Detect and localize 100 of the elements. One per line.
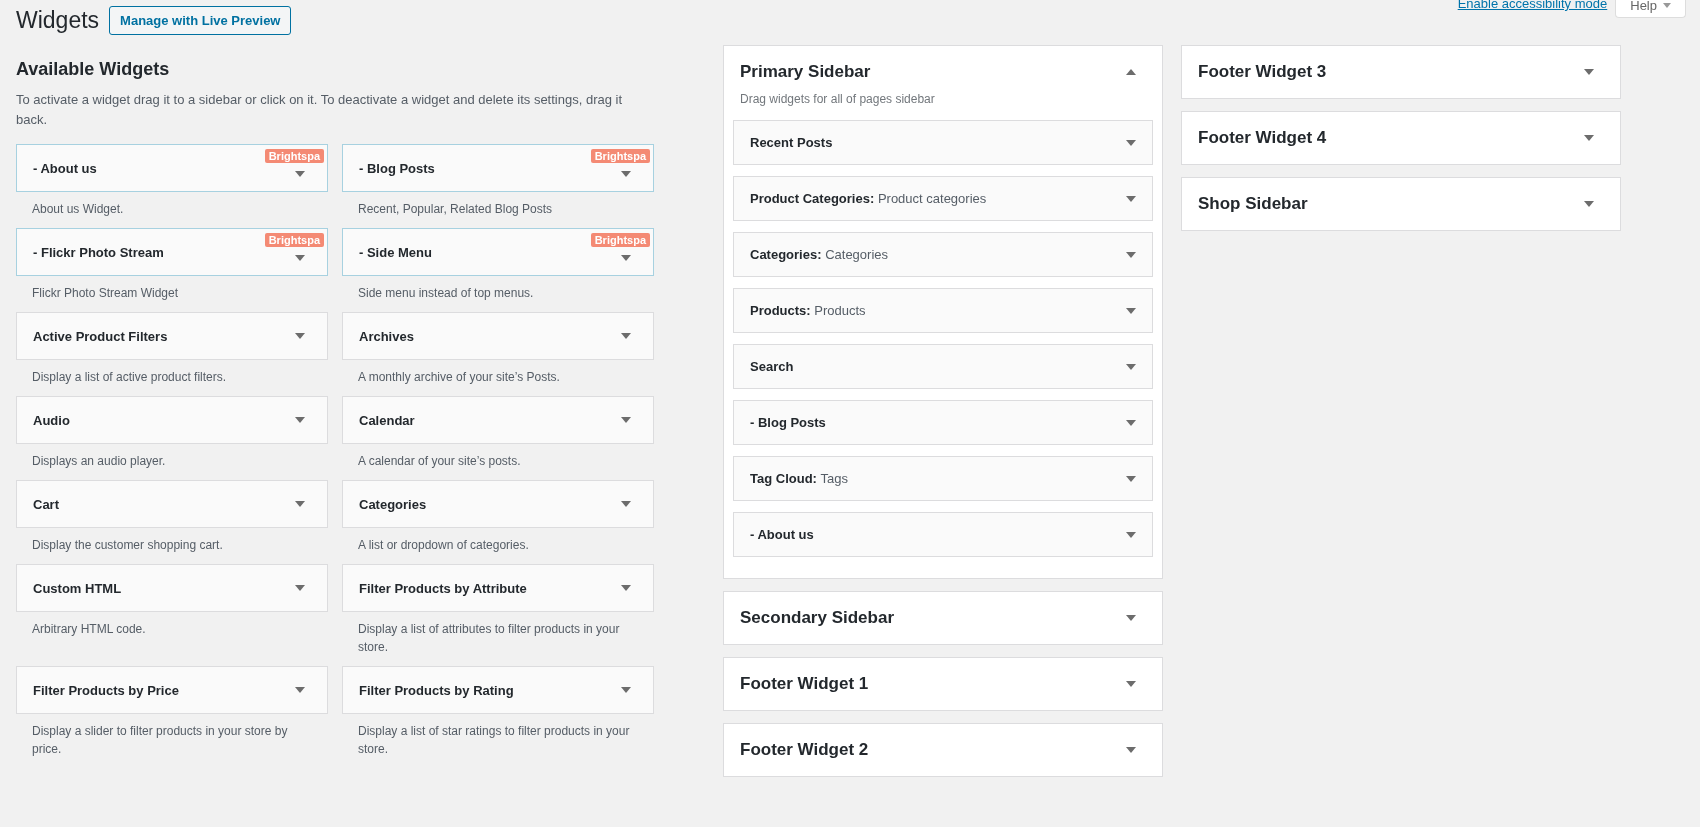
widget-description: A calendar of your site’s posts. <box>358 453 522 470</box>
caret-icon[interactable] <box>1126 475 1136 482</box>
widget-description: Display a list of attributes to filter products in your store. <box>358 621 621 656</box>
caret-icon[interactable] <box>621 417 631 423</box>
sidebar-description: Drag widgets for all of pages sidebar <box>740 92 936 106</box>
sidebar-title[interactable]: Shop Sidebar <box>1198 194 1308 214</box>
sidebar-widget[interactable]: Categories: Categories <box>733 232 1153 277</box>
widget-name: Tag Cloud: Tags <box>750 471 848 486</box>
sidebar-title[interactable]: Footer Widget 4 <box>1198 128 1327 148</box>
widget-description: Recent, Popular, Related Blog Posts <box>358 201 554 218</box>
caret-icon[interactable] <box>621 501 631 507</box>
sidebar-title[interactable]: Footer Widget 3 <box>1198 62 1327 82</box>
sidebar-title[interactable]: Footer Widget 2 <box>740 740 869 760</box>
widget-name: Categories <box>359 496 427 512</box>
widget-item[interactable]: - About us Brightspa <box>16 144 328 192</box>
sidebar-widget[interactable]: Product Categories: Product categories <box>733 176 1153 221</box>
widget-description: About us Widget. <box>32 201 125 218</box>
sidebar-widget[interactable]: Search <box>733 344 1153 389</box>
caret-icon[interactable] <box>1126 681 1136 687</box>
widget-description: A list or dropdown of categories. <box>358 537 530 554</box>
caret-icon[interactable] <box>1126 307 1136 314</box>
caret-icon[interactable] <box>621 171 631 177</box>
caret-icon[interactable] <box>621 255 631 261</box>
sidebar-widget[interactable]: - About us <box>733 512 1153 557</box>
widget-name: - About us <box>33 160 97 176</box>
sidebar-widget[interactable]: - Blog Posts <box>733 400 1153 445</box>
widget-description: Displays an audio player. <box>32 453 167 470</box>
widget-item[interactable]: - Flickr Photo Stream Brightspa <box>16 228 328 276</box>
caret-icon[interactable] <box>621 333 631 339</box>
sidebar-widget[interactable]: Recent Posts <box>733 120 1153 165</box>
widget-name: Search <box>750 359 794 374</box>
widget-name: Archives <box>359 328 414 344</box>
widget-name: Filter Products by Price <box>33 682 179 698</box>
widget-item[interactable]: Archives <box>342 312 654 360</box>
widget-name: Audio <box>33 412 70 428</box>
widget-badge: Brightspa <box>590 149 650 163</box>
caret-icon[interactable] <box>1584 135 1594 141</box>
caret-icon[interactable] <box>1126 69 1136 75</box>
widget-name: - Flickr Photo Stream <box>33 244 164 260</box>
caret-icon[interactable] <box>1126 195 1136 202</box>
widget-item[interactable]: - Blog Posts Brightspa <box>342 144 654 192</box>
section-description: To activate a widget drag it to a sidebar or click on it. To deactivate a widget and delete its settings, drag it back. <box>16 91 624 129</box>
widget-item[interactable]: Audio <box>16 396 328 444</box>
widget-item[interactable]: Categories <box>342 480 654 528</box>
caret-icon[interactable] <box>295 171 305 177</box>
widget-badge: Brightspa <box>264 233 324 247</box>
widget-item[interactable]: Filter Products by Rating <box>342 666 654 714</box>
widget-description: Flickr Photo Stream Widget <box>32 285 180 302</box>
widget-item[interactable]: Filter Products by Price <box>16 666 328 714</box>
widget-description: A monthly archive of your site’s Posts. <box>358 369 561 386</box>
widget-item[interactable]: Filter Products by Attribute <box>342 564 654 612</box>
widget-description: Display a list of star ratings to filter products in your store. <box>358 723 631 758</box>
widget-name: - Blog Posts <box>359 160 435 176</box>
sidebar-widget[interactable]: Tag Cloud: Tags <box>733 456 1153 501</box>
widget-description: Display the customer shopping cart. <box>32 537 224 554</box>
widget-badge: Brightspa <box>264 149 324 163</box>
help-tab[interactable]: Help <box>1615 0 1686 18</box>
caret-icon[interactable] <box>621 687 631 693</box>
caret-icon[interactable] <box>1584 69 1594 75</box>
section-heading: Available Widgets <box>16 59 171 80</box>
caret-icon[interactable] <box>295 687 305 693</box>
caret-icon[interactable] <box>1126 615 1136 621</box>
caret-icon[interactable] <box>1584 201 1594 207</box>
sidebar-title[interactable]: Secondary Sidebar <box>740 608 894 628</box>
widget-name: Products: Products <box>750 303 866 318</box>
caret-icon[interactable] <box>295 585 305 591</box>
widget-description: Display a slider to filter products in your store by price. <box>32 723 289 758</box>
sidebar-title[interactable]: Footer Widget 1 <box>740 674 869 694</box>
widget-item[interactable]: Calendar <box>342 396 654 444</box>
widget-item[interactable]: Active Product Filters <box>16 312 328 360</box>
sidebar-widget[interactable]: Products: Products <box>733 288 1153 333</box>
widget-name: Cart <box>33 496 59 512</box>
caret-icon[interactable] <box>621 585 631 591</box>
widget-name: Custom HTML <box>33 580 122 596</box>
widget-item[interactable]: - Side Menu Brightspa <box>342 228 654 276</box>
caret-icon <box>1663 2 1671 9</box>
live-preview-button[interactable]: Manage with Live Preview <box>109 6 292 35</box>
caret-icon[interactable] <box>1126 419 1136 426</box>
widget-name: Active Product Filters <box>33 328 168 344</box>
widget-item[interactable]: Cart <box>16 480 328 528</box>
widget-badge: Brightspa <box>590 233 650 247</box>
widget-description: Display a list of active product filters. <box>32 369 228 386</box>
widget-item[interactable]: Custom HTML <box>16 564 328 612</box>
widget-name: Filter Products by Attribute <box>359 580 527 596</box>
caret-icon[interactable] <box>1126 139 1136 146</box>
caret-icon[interactable] <box>295 417 305 423</box>
widget-name: - Blog Posts <box>750 415 826 430</box>
widget-name: Recent Posts <box>750 135 833 150</box>
caret-icon[interactable] <box>1126 747 1136 753</box>
page-title: Widgets <box>16 7 100 34</box>
caret-icon[interactable] <box>1126 531 1136 538</box>
caret-icon[interactable] <box>295 501 305 507</box>
widget-name: - Side Menu <box>359 244 432 260</box>
caret-icon[interactable] <box>1126 251 1136 258</box>
caret-icon[interactable] <box>1126 363 1136 370</box>
widget-name: Filter Products by Rating <box>359 682 514 698</box>
caret-icon[interactable] <box>295 255 305 261</box>
widget-name: Product Categories: Product categories <box>750 191 987 206</box>
caret-icon[interactable] <box>295 333 305 339</box>
sidebar-title[interactable]: Primary Sidebar <box>740 62 871 82</box>
